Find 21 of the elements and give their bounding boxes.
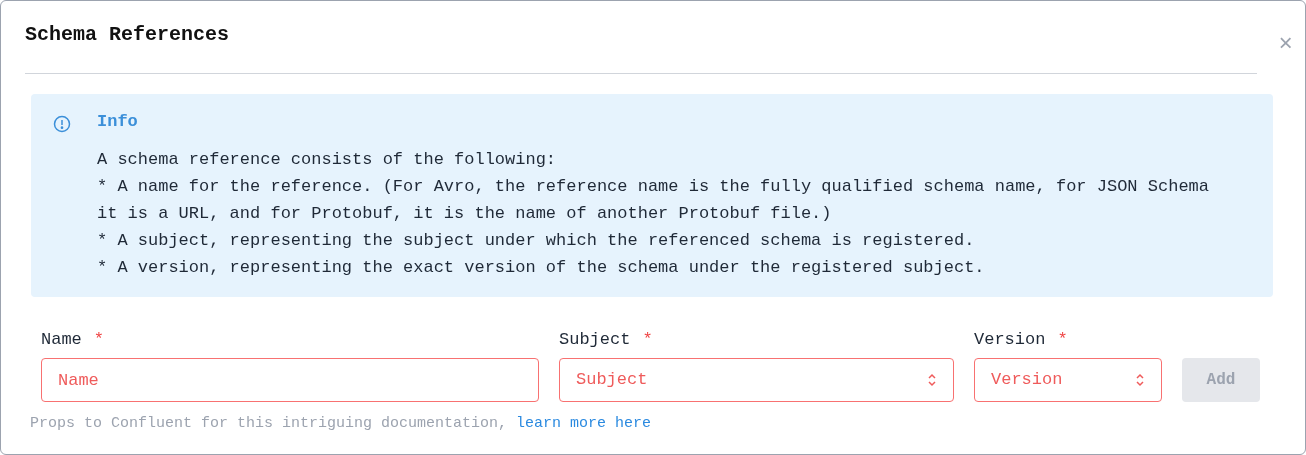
up-down-chevron-icon [1135, 372, 1145, 388]
required-asterisk: * [642, 330, 653, 350]
footer-text: Props to Confluent for this intriguing documentation, [30, 415, 508, 432]
close-button[interactable]: × [1278, 33, 1293, 57]
learn-more-link[interactable]: learn more here [516, 415, 652, 432]
field-label: Version [974, 330, 1046, 350]
info-title: Info [97, 111, 139, 133]
field-label: Name [41, 330, 82, 350]
info-text: * A name for the reference. (For Avro, the reference name is the fully qualified schema name, for JSON Schema it is a URL, and for Protobuf, it is the name of another Protobuf file.) [97, 176, 1210, 225]
info-text: A schema reference consists of the following: [97, 149, 558, 171]
up-down-chevron-icon [927, 372, 937, 388]
name-field[interactable]: Name [41, 358, 539, 402]
select-field[interactable]: Subject [559, 358, 954, 402]
info-text: * A subject, representing the subject under which the referenced schema is registered. [97, 230, 976, 252]
dialog-title: Schema References [25, 22, 230, 48]
info-icon [53, 115, 71, 133]
required-asterisk: * [93, 330, 104, 350]
info-text: * A version, representing the exact version of the schema under the registered subject. [97, 257, 986, 279]
field-label: Subject [559, 330, 631, 350]
required-asterisk: * [1057, 330, 1068, 350]
select-field[interactable]: Version [974, 358, 1162, 402]
